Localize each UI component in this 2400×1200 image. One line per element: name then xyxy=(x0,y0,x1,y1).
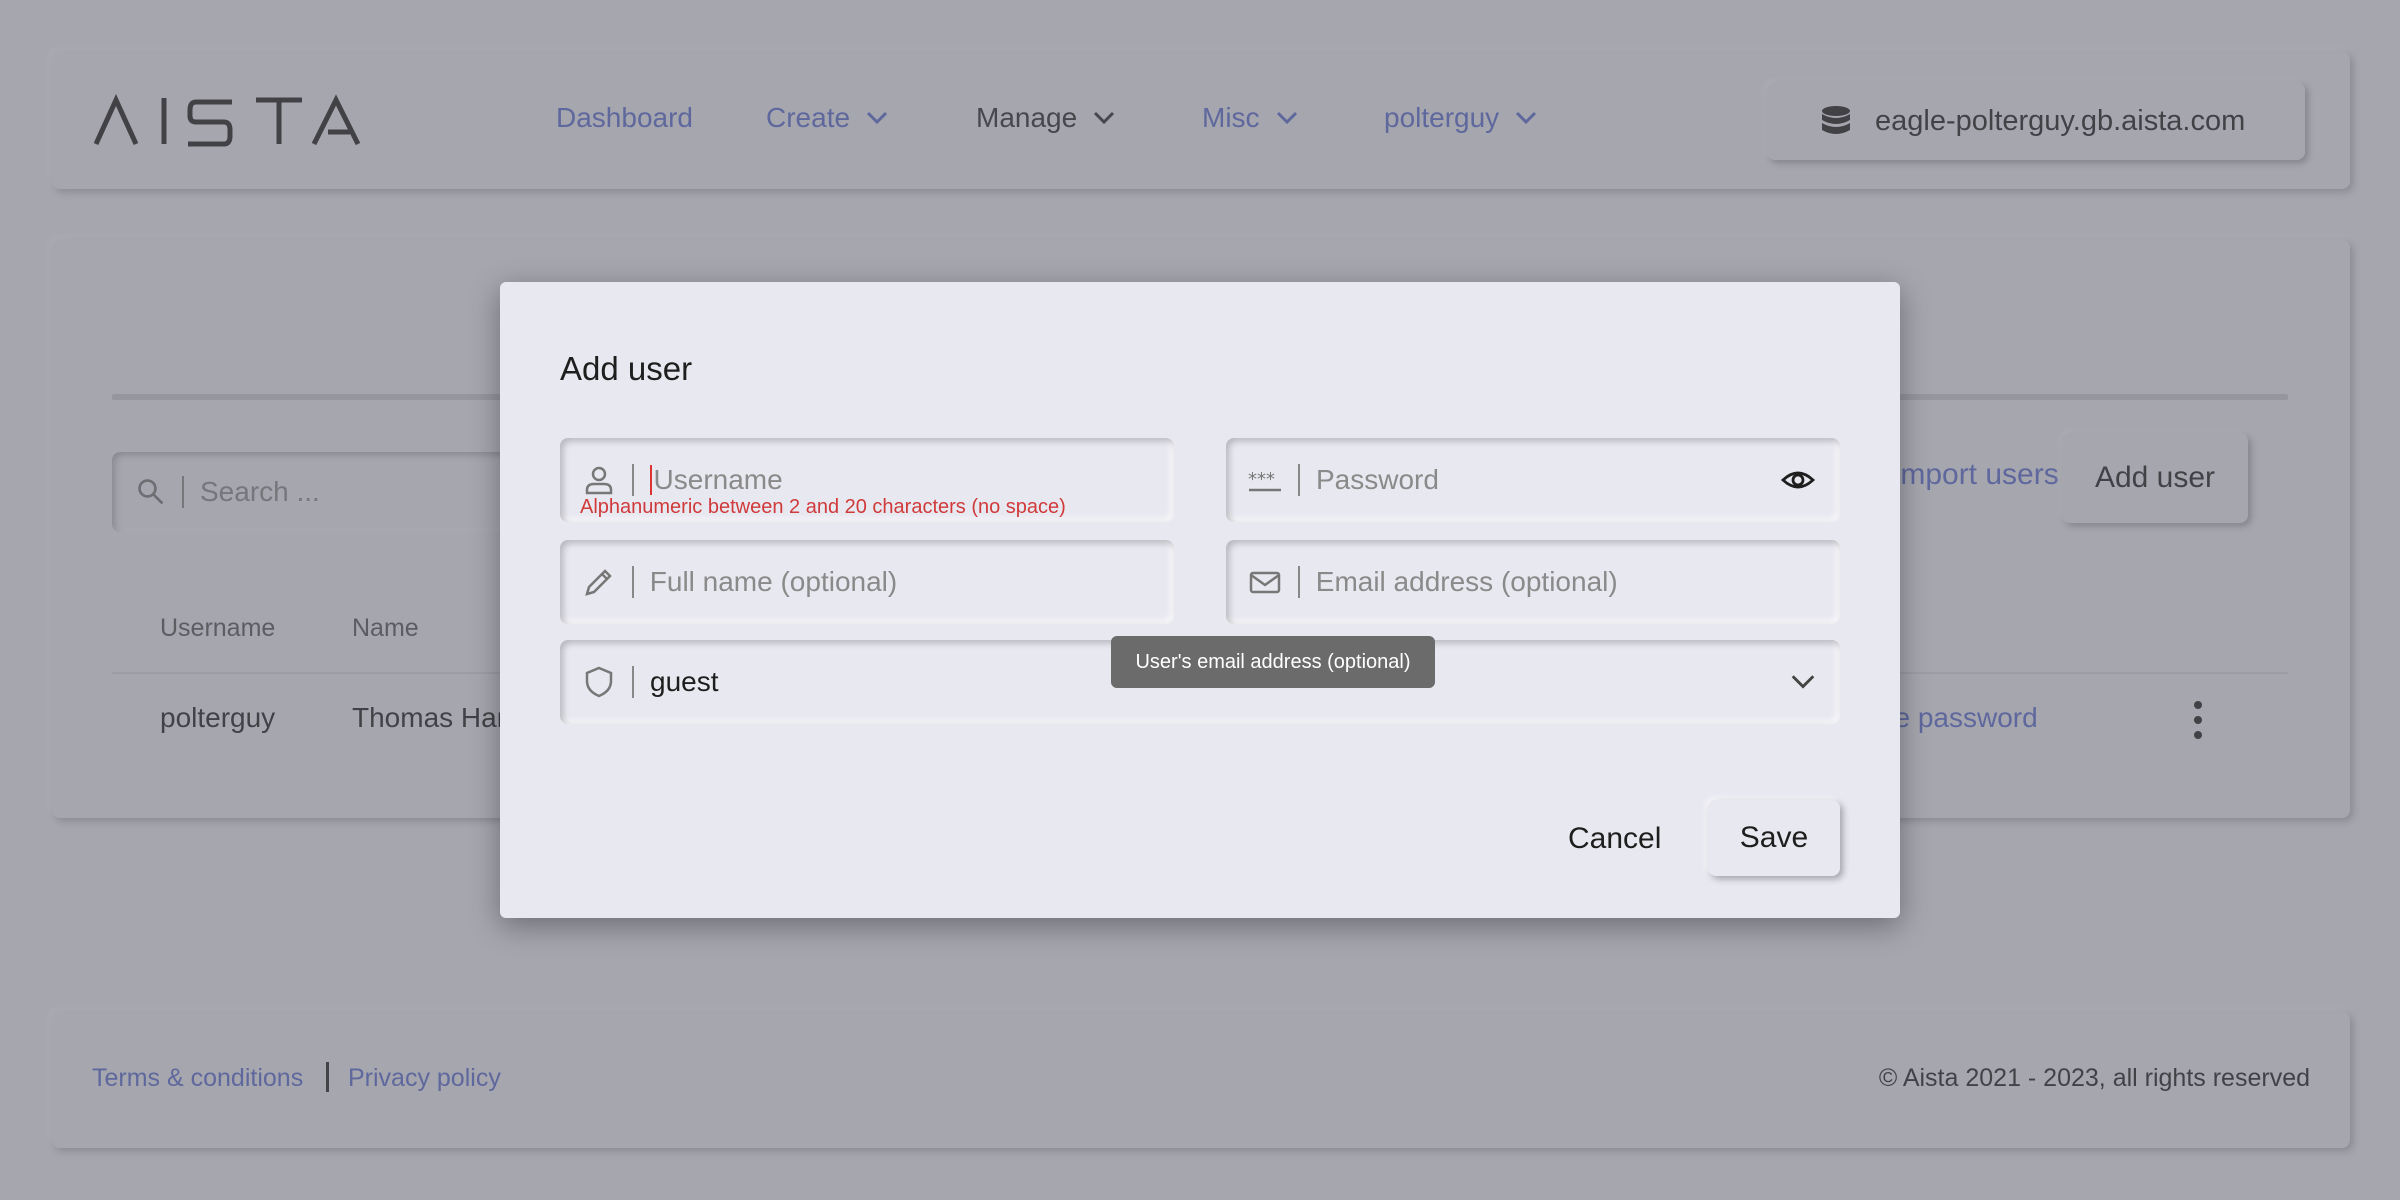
password-icon: *** xyxy=(1248,469,1281,492)
username-input[interactable] xyxy=(653,464,1175,496)
text-caret xyxy=(649,465,652,495)
pencil-icon xyxy=(585,569,612,596)
svg-text:***: *** xyxy=(1248,469,1275,490)
email-input[interactable] xyxy=(1315,566,1840,598)
save-button[interactable]: Save xyxy=(1708,800,1840,876)
shield-icon xyxy=(585,666,613,698)
user-icon xyxy=(585,466,613,495)
dialog-title: Add user xyxy=(560,350,693,387)
cancel-button[interactable]: Cancel xyxy=(1568,822,1661,856)
divider xyxy=(1298,566,1300,598)
divider xyxy=(1298,464,1300,496)
role-value: guest xyxy=(650,666,719,697)
divider xyxy=(632,464,634,496)
password-field[interactable]: *** xyxy=(1226,438,1840,522)
envelope-icon xyxy=(1249,571,1281,594)
fullname-input[interactable] xyxy=(649,566,1174,598)
username-error: Alphanumeric between 2 and 20 characters… xyxy=(580,496,1066,518)
divider xyxy=(632,666,634,698)
email-tooltip: User's email address (optional) xyxy=(1111,636,1435,688)
password-input[interactable] xyxy=(1316,464,1736,496)
chevron-down-icon xyxy=(1791,675,1815,689)
email-field[interactable] xyxy=(1226,540,1840,624)
add-user-dialog: Add user Alphanumeric between 2 and 20 c… xyxy=(500,282,1900,918)
fullname-field[interactable] xyxy=(560,540,1174,624)
eye-icon[interactable] xyxy=(1780,463,1816,497)
divider xyxy=(632,566,634,598)
